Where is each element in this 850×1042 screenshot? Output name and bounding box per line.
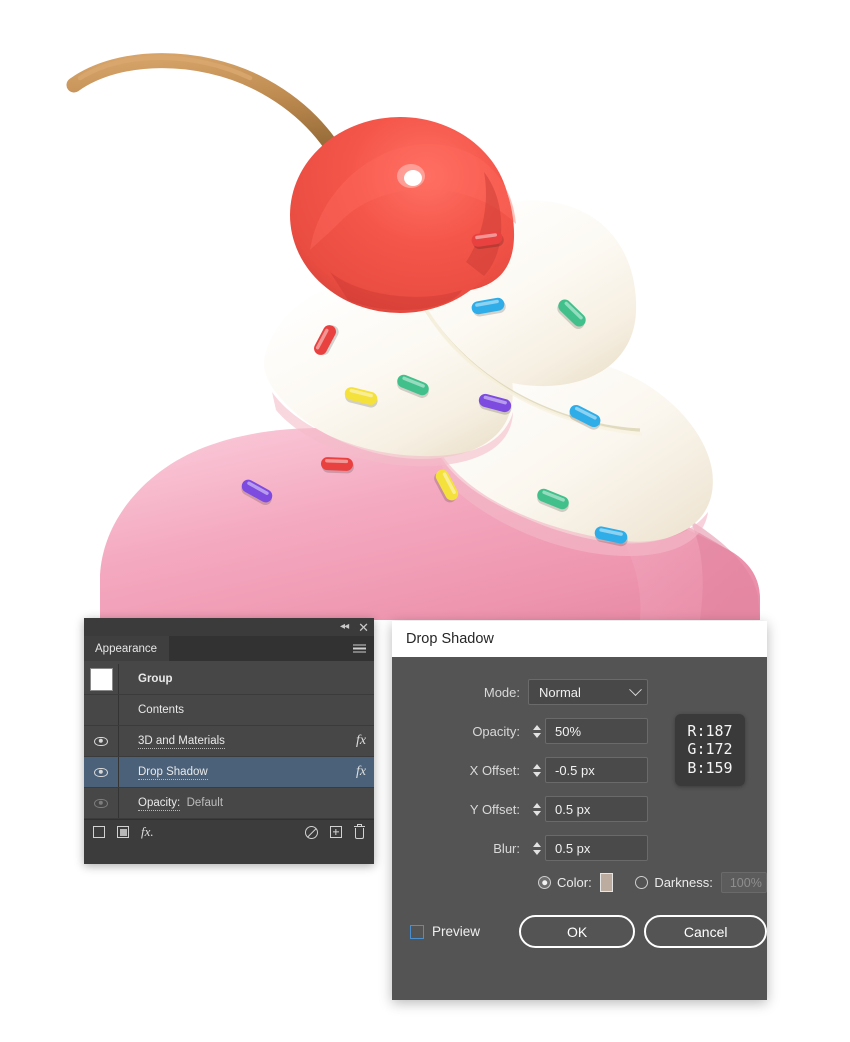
tab-appearance[interactable]: Appearance	[84, 636, 170, 661]
cancel-button[interactable]: Cancel	[644, 915, 767, 948]
fx-icon[interactable]: fx	[348, 764, 374, 780]
dialog-body: R:187 G:172 B:159 Mode: Normal Opacity: …	[392, 657, 767, 1000]
sprinkle	[321, 457, 354, 474]
mode-select[interactable]: Normal	[528, 679, 648, 705]
fx-icon[interactable]: fx	[348, 733, 374, 749]
blur-label: Blur:	[493, 840, 520, 856]
y-offset-label: Y Offset:	[469, 801, 520, 817]
mode-field-row: Mode: Normal	[392, 677, 767, 707]
no-symbol-icon[interactable]	[305, 825, 318, 839]
dialog-titlebar: Drop Shadow	[392, 621, 767, 657]
collapse-left-icon[interactable]: ◂◂	[340, 622, 349, 632]
appearance-list: Group Contents 3D and Materials fx Drop …	[84, 661, 374, 819]
visibility-toggle[interactable]	[84, 736, 118, 746]
rgb-red-value: R:187	[687, 722, 733, 740]
darkness-input-value: 100%	[729, 875, 762, 890]
darkness-radio[interactable]	[635, 876, 649, 889]
preview-toggle[interactable]: Preview	[410, 924, 519, 939]
opacity-input-value: 50%	[555, 723, 582, 739]
mode-select-value: Normal	[539, 684, 581, 700]
x-offset-stepper[interactable]	[528, 757, 545, 783]
darkness-input[interactable]: 100%	[720, 872, 767, 893]
hamburger-menu-icon[interactable]	[353, 644, 366, 653]
cupcake-illustration	[66, 53, 760, 620]
appearance-row-opacity[interactable]: Opacity: Default	[84, 788, 374, 819]
plus-box-icon[interactable]	[330, 826, 342, 838]
eye-icon	[94, 798, 108, 808]
mode-label: Mode:	[483, 684, 520, 700]
appearance-row-label: Contents	[138, 704, 185, 716]
appearance-row-label[interactable]: 3D and Materials	[119, 735, 348, 749]
group-swatch-cell[interactable]	[84, 667, 118, 691]
blur-input-value: 0.5 px	[555, 840, 591, 856]
artwork-canvas	[0, 0, 850, 620]
fx-icon[interactable]: fx.	[141, 824, 154, 840]
fill-swatch[interactable]	[89, 667, 113, 691]
x-offset-label: X Offset:	[469, 762, 520, 778]
rgb-green-value: G:172	[687, 740, 733, 759]
eye-icon	[94, 736, 108, 746]
opacity-value: Default	[186, 797, 224, 809]
appearance-row-contents[interactable]: Contents	[84, 695, 374, 726]
appearance-row-label[interactable]: Opacity: Default	[119, 797, 374, 811]
y-offset-input[interactable]: 0.5 px	[545, 796, 648, 822]
appearance-row-label[interactable]: Drop Shadow	[119, 766, 348, 780]
trash-icon[interactable]	[354, 823, 365, 839]
x-offset-input-value: -0.5 px	[555, 762, 595, 778]
square-filled-icon[interactable]	[117, 826, 129, 838]
drop-shadow-dialog: Drop Shadow R:187 G:172 B:159 Mode: Norm…	[392, 621, 767, 1000]
visibility-toggle[interactable]	[84, 767, 118, 777]
opacity-stepper[interactable]	[528, 718, 545, 744]
appearance-panel-footer: fx.	[84, 819, 374, 844]
color-radio[interactable]	[538, 876, 551, 889]
appearance-panel: ◂◂ ✕ Appearance Group Contents 3D and Ma…	[84, 618, 374, 864]
preview-checkbox[interactable]	[410, 924, 424, 939]
rgb-readout-tooltip: R:187 G:172 B:159	[675, 714, 745, 786]
square-outline-icon[interactable]	[93, 826, 105, 838]
y-offset-stepper[interactable]	[528, 796, 545, 822]
visibility-toggle[interactable]	[84, 798, 118, 808]
panel-tab-row: Appearance	[84, 636, 374, 661]
chevron-down-icon	[629, 682, 642, 696]
opacity-input[interactable]: 50%	[545, 718, 648, 744]
y-offset-input-value: 0.5 px	[555, 801, 591, 817]
blur-field-row: Blur: 0.5 px	[392, 833, 767, 863]
color-darkness-row: Color: Darkness: 100%	[392, 872, 767, 893]
ok-button[interactable]: OK	[518, 915, 636, 948]
color-label: Color:	[557, 875, 592, 890]
y-offset-field-row: Y Offset: 0.5 px	[392, 794, 767, 824]
opacity-label: Opacity:	[472, 723, 520, 739]
preview-label: Preview	[432, 924, 481, 939]
appearance-row-label: Group	[138, 673, 173, 685]
appearance-row-drop-shadow[interactable]: Drop Shadow fx	[84, 757, 374, 788]
tab-appearance-label: Appearance	[95, 642, 158, 655]
shadow-color-swatch[interactable]	[599, 873, 614, 892]
eye-icon	[94, 767, 108, 777]
blur-stepper[interactable]	[528, 835, 545, 861]
close-icon[interactable]: ✕	[358, 621, 369, 634]
darkness-label: Darkness:	[654, 875, 713, 890]
rgb-blue-value: B:159	[687, 758, 733, 777]
dialog-title: Drop Shadow	[406, 631, 494, 647]
appearance-row-3d-and-materials[interactable]: 3D and Materials fx	[84, 726, 374, 757]
x-offset-input[interactable]: -0.5 px	[545, 757, 648, 783]
blur-input[interactable]: 0.5 px	[545, 835, 648, 861]
dialog-button-row: Preview OK Cancel	[392, 915, 767, 948]
panel-titlebar: ◂◂ ✕	[84, 618, 374, 636]
appearance-row-group[interactable]: Group	[84, 664, 374, 695]
